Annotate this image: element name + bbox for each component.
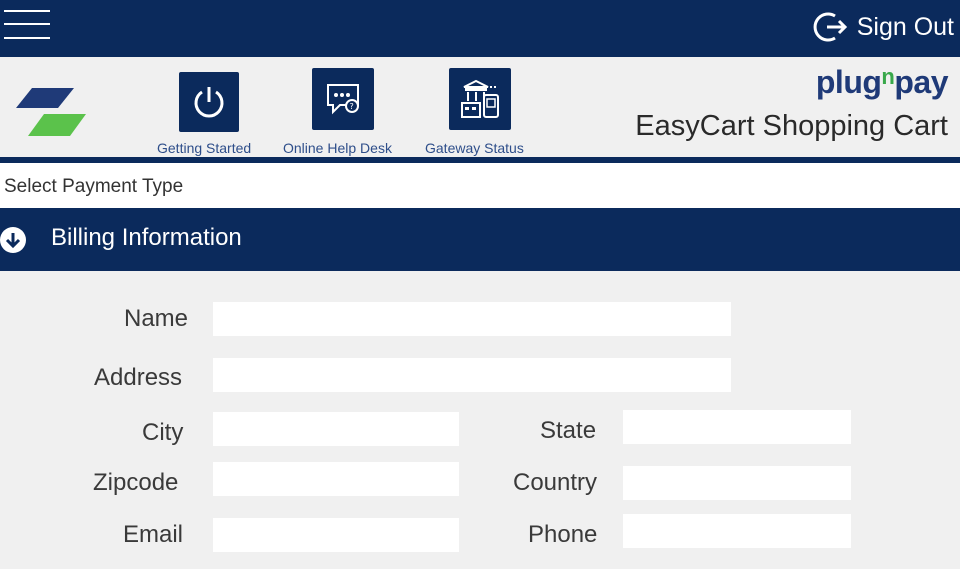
phone-field[interactable]	[623, 514, 851, 548]
email-label: Email	[123, 521, 184, 548]
sign-out-label: Sign Out	[856, 12, 954, 41]
country-field[interactable]	[623, 466, 851, 500]
zipcode-field[interactable]	[213, 462, 459, 496]
state-field[interactable]	[623, 410, 851, 444]
gateway-status-label: Gateway Status	[425, 140, 524, 156]
arrow-down-circle-icon	[0, 227, 26, 253]
email-field[interactable]	[213, 518, 459, 552]
city-label: City	[142, 419, 184, 446]
app-subtitle: EasyCart Shopping Cart	[635, 110, 948, 142]
online-help-desk-link[interactable]: ? Online Help Desk	[283, 68, 405, 158]
brand-name-part2: n	[881, 64, 895, 89]
power-icon	[179, 72, 239, 132]
hamburger-icon[interactable]	[4, 9, 50, 41]
country-label: Country	[513, 469, 598, 496]
select-payment-type-label: Select Payment Type	[4, 176, 184, 197]
sign-out-icon	[813, 12, 847, 42]
state-label: State	[540, 417, 597, 444]
brand-name-part1: plug	[815, 64, 882, 100]
sign-out-button[interactable]: Sign Out	[813, 8, 954, 46]
select-payment-type-section[interactable]: Select Payment Type	[0, 163, 960, 208]
plugnpay-mark-icon	[16, 88, 86, 136]
chat-help-icon: ?	[312, 68, 374, 130]
address-field[interactable]	[213, 358, 731, 392]
name-label: Name	[124, 305, 189, 332]
name-field[interactable]	[213, 302, 731, 336]
brand-logo: plugnpay	[815, 64, 949, 101]
online-help-desk-label: Online Help Desk	[283, 140, 392, 156]
city-field[interactable]	[213, 412, 459, 446]
billing-information-label: Billing Information	[51, 224, 242, 251]
address-label: Address	[94, 364, 183, 391]
brand-name-part3: pay	[894, 64, 948, 100]
svg-text:?: ?	[350, 102, 354, 111]
zipcode-label: Zipcode	[93, 469, 179, 496]
phone-label: Phone	[528, 521, 598, 548]
top-bar: Sign Out	[0, 0, 960, 57]
getting-started-link[interactable]: Getting Started	[157, 72, 263, 158]
getting-started-label: Getting Started	[157, 140, 252, 156]
gateway-status-icon	[449, 68, 511, 130]
gateway-status-link[interactable]: Gateway Status	[425, 68, 537, 158]
